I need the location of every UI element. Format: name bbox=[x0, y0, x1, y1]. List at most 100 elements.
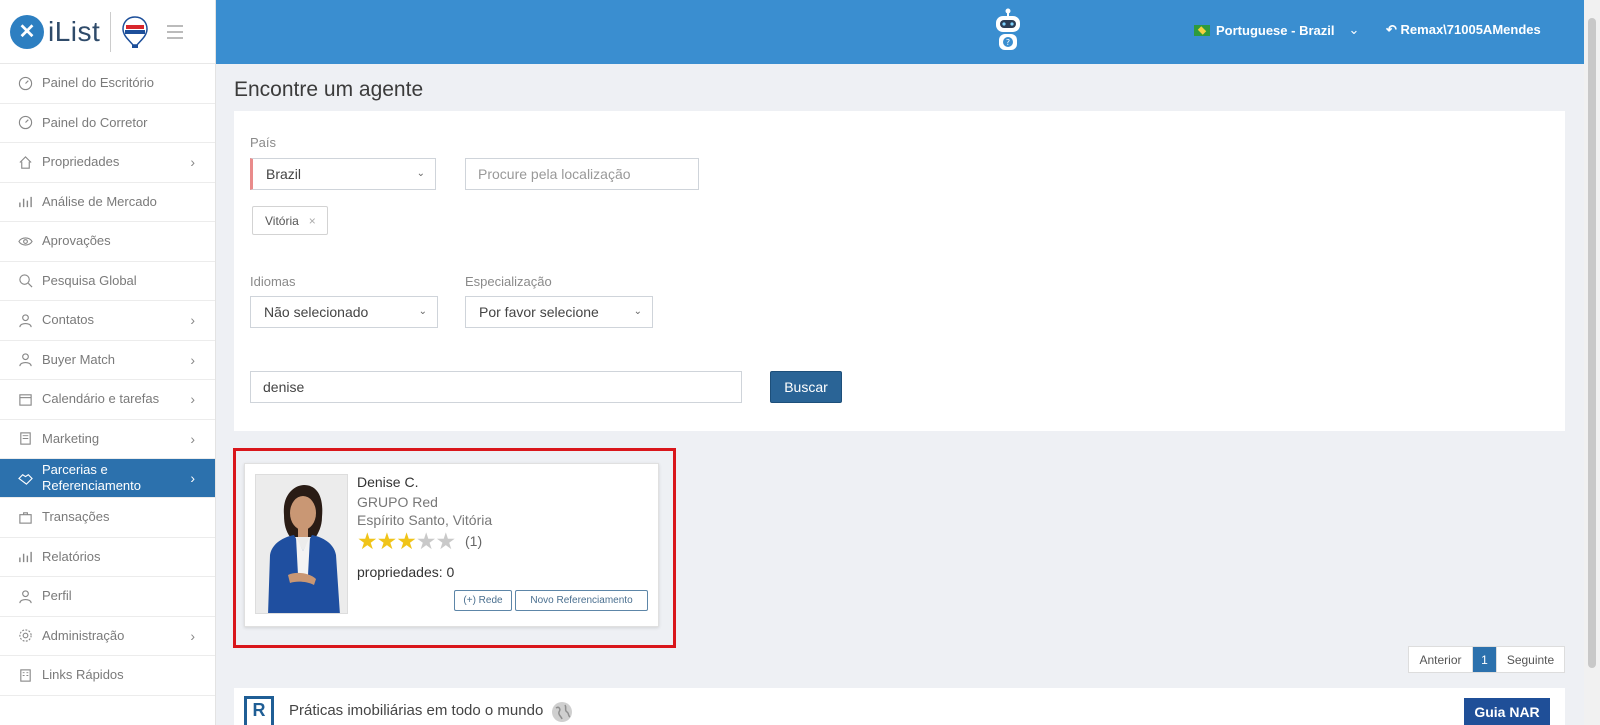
user-icon bbox=[16, 351, 34, 369]
sidebar-item-perfil[interactable]: Perfil bbox=[0, 577, 215, 617]
sidebar-item-analise-mercado[interactable]: Análise de Mercado bbox=[0, 183, 215, 222]
robot-assistant-icon[interactable]: ? bbox=[991, 8, 1025, 56]
briefcase-icon bbox=[16, 508, 34, 526]
sidebar-item-propriedades[interactable]: Propriedades › bbox=[0, 143, 215, 183]
brand-divider bbox=[110, 11, 112, 52]
pagination-prev-button[interactable]: Anterior bbox=[1409, 647, 1473, 672]
language-label: Portuguese - Brazil bbox=[1216, 22, 1335, 38]
sidebar-item-pesquisa-global[interactable]: Pesquisa Global bbox=[0, 262, 215, 301]
sidebar: ✕ iList Painel do Escritório Painel do C… bbox=[0, 0, 216, 725]
remax-balloon-icon bbox=[121, 15, 149, 49]
sidebar-item-label: Análise de Mercado bbox=[42, 193, 157, 209]
sidebar-item-painel-corretor[interactable]: Painel do Corretor bbox=[0, 104, 215, 143]
location-tag-label: Vitória bbox=[265, 213, 299, 228]
contacts-icon bbox=[16, 311, 34, 329]
sidebar-item-label: Perfil bbox=[42, 588, 72, 604]
pagination-next-button[interactable]: Seguinte bbox=[1496, 647, 1564, 672]
footer-banner: R Práticas imobiliárias em todo o mundo … bbox=[234, 688, 1565, 725]
page-scrollbar[interactable] bbox=[1584, 0, 1600, 725]
location-tag: Vitória × bbox=[252, 206, 328, 235]
result-highlight-box bbox=[233, 448, 676, 648]
gear-icon bbox=[16, 627, 34, 645]
country-select[interactable]: Brazil ⌄ bbox=[250, 158, 436, 190]
languages-value: Não selecionado bbox=[264, 304, 369, 320]
chevron-right-icon: › bbox=[190, 154, 195, 171]
sidebar-item-marketing[interactable]: Marketing › bbox=[0, 420, 215, 459]
sidebar-item-parcerias[interactable]: Parcerias e Referenciamento › bbox=[0, 459, 215, 498]
user-name: Remax\71005AMendes bbox=[1400, 22, 1541, 37]
sidebar-item-label: Calendário e tarefas bbox=[42, 391, 160, 407]
sidebar-item-label: Transações bbox=[42, 509, 110, 525]
brazil-flag-icon bbox=[1194, 24, 1210, 36]
chevron-right-icon: › bbox=[190, 312, 195, 329]
sidebar-nav: Painel do Escritório Painel do Corretor … bbox=[0, 64, 215, 696]
pagination: Anterior 1 Seguinte bbox=[1408, 646, 1565, 673]
location-search-input[interactable] bbox=[465, 158, 699, 190]
remove-tag-icon[interactable]: × bbox=[309, 214, 316, 228]
sidebar-item-buyer-match[interactable]: Buyer Match › bbox=[0, 341, 215, 380]
sidebar-item-label: Painel do Corretor bbox=[42, 114, 148, 130]
sidebar-item-label: Aprovações bbox=[42, 233, 111, 249]
language-selector[interactable]: Portuguese - Brazil ⌄ bbox=[1194, 22, 1359, 38]
page-title: Encontre um agente bbox=[234, 78, 424, 101]
languages-select[interactable]: Não selecionado ⌄ bbox=[250, 296, 438, 328]
search-icon bbox=[16, 272, 34, 290]
gauge-icon bbox=[16, 114, 34, 132]
chevron-down-icon: ⌄ bbox=[1348, 22, 1360, 37]
bar-chart-icon bbox=[16, 193, 34, 211]
calendar-icon bbox=[16, 390, 34, 408]
nar-guide-button[interactable]: Guia NAR bbox=[1464, 698, 1550, 725]
reply-icon: ↶ bbox=[1386, 22, 1397, 37]
sidebar-item-label: Buyer Match bbox=[42, 351, 115, 367]
sidebar-item-aprovacoes[interactable]: Aprovações bbox=[0, 222, 215, 262]
chevron-down-icon: ⌄ bbox=[633, 306, 642, 317]
sidebar-item-links-rapidos[interactable]: Links Rápidos bbox=[0, 656, 215, 696]
top-bar: ? Portuguese - Brazil ⌄ ↶ Remax\71005AMe… bbox=[216, 0, 1584, 64]
sidebar-item-relatorios[interactable]: Relatórios bbox=[0, 538, 215, 577]
chevron-right-icon: › bbox=[190, 351, 195, 368]
pagination-page-1[interactable]: 1 bbox=[1473, 647, 1496, 672]
sidebar-item-label: Pesquisa Global bbox=[42, 272, 137, 288]
chevron-right-icon: › bbox=[190, 470, 195, 486]
ilist-logo-icon[interactable]: ✕ bbox=[10, 14, 44, 49]
specialization-label: Especialização bbox=[465, 274, 552, 289]
search-button[interactable]: Buscar bbox=[770, 371, 842, 403]
languages-label: Idiomas bbox=[250, 274, 296, 289]
sidebar-item-label: Marketing bbox=[42, 430, 100, 446]
sidebar-item-label: Relatórios bbox=[42, 548, 101, 564]
building-icon bbox=[16, 666, 34, 684]
sidebar-item-administracao[interactable]: Administração › bbox=[0, 617, 215, 656]
globe-icon bbox=[550, 700, 574, 724]
sidebar-item-label: Parcerias e Referenciamento bbox=[42, 462, 141, 493]
sidebar-item-label: Contatos bbox=[42, 312, 95, 328]
sidebar-item-painel-escritorio[interactable]: Painel do Escritório bbox=[0, 64, 215, 104]
chevron-right-icon: › bbox=[190, 627, 195, 644]
user-menu[interactable]: ↶ Remax\71005AMendes bbox=[1386, 22, 1541, 38]
gauge-icon bbox=[16, 74, 34, 92]
agent-name-input[interactable] bbox=[250, 371, 742, 403]
book-icon bbox=[16, 430, 34, 448]
realtor-logo-icon: R bbox=[244, 696, 274, 725]
sidebar-item-contatos[interactable]: Contatos › bbox=[0, 301, 215, 341]
specialization-value: Por favor selecione bbox=[479, 304, 599, 320]
home-icon bbox=[16, 153, 34, 171]
chevron-down-icon: ⌄ bbox=[416, 168, 425, 179]
svg-text:?: ? bbox=[1006, 38, 1010, 47]
sidebar-item-calendario[interactable]: Calendário e tarefas › bbox=[0, 380, 215, 420]
bar-chart-icon bbox=[16, 548, 34, 566]
app-logo-text[interactable]: iList bbox=[48, 16, 100, 48]
sidebar-item-transacoes[interactable]: Transações bbox=[0, 498, 215, 538]
chevron-right-icon: › bbox=[190, 430, 195, 447]
brand-bar: ✕ iList bbox=[0, 0, 215, 64]
sidebar-item-label: Links Rápidos bbox=[42, 667, 124, 683]
country-value: Brazil bbox=[266, 166, 302, 182]
footer-text: Práticas imobiliárias em todo o mundo bbox=[289, 702, 544, 719]
user-icon bbox=[16, 587, 34, 605]
chevron-right-icon: › bbox=[190, 391, 195, 408]
country-label: País bbox=[250, 135, 277, 150]
hamburger-menu-icon[interactable] bbox=[167, 24, 184, 39]
specialization-select[interactable]: Por favor selecione ⌄ bbox=[465, 296, 653, 328]
scrollbar-thumb[interactable] bbox=[1588, 18, 1596, 668]
sidebar-item-label: Administração bbox=[42, 627, 125, 643]
handshake-icon bbox=[16, 469, 34, 487]
